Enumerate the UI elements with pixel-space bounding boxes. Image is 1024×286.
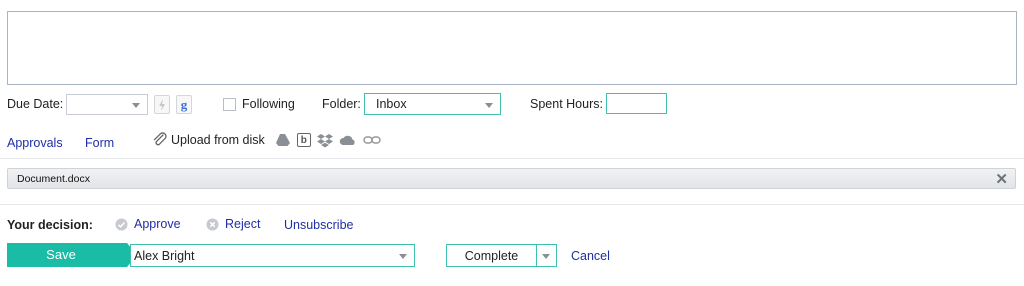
following-checkbox[interactable]: [223, 98, 236, 111]
assignee-value: Alex Bright: [134, 249, 195, 263]
decision-label: Your decision:: [7, 218, 93, 232]
spent-hours-label: Spent Hours:: [530, 97, 603, 111]
due-date-label: Due Date:: [7, 97, 64, 111]
divider: [0, 158, 1024, 159]
chevron-down-icon[interactable]: [542, 254, 550, 259]
tab-form[interactable]: Form: [85, 136, 114, 150]
dropbox-icon[interactable]: [316, 133, 333, 148]
google-icon: g: [180, 96, 188, 112]
folder-value: Inbox: [376, 97, 407, 111]
due-date-select[interactable]: [66, 94, 148, 115]
x-circle-icon: [206, 218, 219, 230]
folder-label: Folder:: [322, 97, 361, 111]
unsubscribe-link[interactable]: Unsubscribe: [284, 218, 353, 232]
following-label: Following: [242, 97, 295, 111]
reject-label: Reject: [225, 217, 261, 231]
complete-split-button[interactable]: Complete: [446, 244, 557, 267]
spent-hours-input[interactable]: [606, 93, 667, 114]
upload-from-disk-button[interactable]: Upload from disk: [152, 132, 265, 148]
save-label: Save: [46, 247, 76, 262]
cancel-link[interactable]: Cancel: [571, 249, 610, 263]
onedrive-icon[interactable]: [339, 134, 357, 146]
google-calendar-button[interactable]: g: [176, 95, 192, 114]
paperclip-icon: [153, 132, 167, 146]
close-icon[interactable]: ✕: [995, 170, 1008, 188]
chevron-down-icon: [132, 103, 140, 108]
split-divider: [536, 245, 537, 266]
divider: [0, 204, 1024, 205]
assignee-select[interactable]: Alex Bright: [130, 244, 415, 267]
link-icon[interactable]: [363, 135, 381, 145]
approve-button[interactable]: Approve: [115, 217, 181, 231]
attachment-name: Document.docx: [17, 173, 90, 185]
comment-textarea[interactable]: [7, 11, 1017, 85]
save-button[interactable]: Save: [7, 243, 137, 267]
reject-button[interactable]: Reject: [206, 217, 260, 231]
lightning-icon: [159, 98, 165, 111]
upload-bar: Upload from disk b: [152, 132, 381, 148]
upload-label: Upload from disk: [171, 133, 265, 147]
tab-approvals[interactable]: Approvals: [7, 136, 63, 150]
lightning-button[interactable]: [154, 95, 170, 114]
check-circle-icon: [115, 218, 128, 230]
attachment-item[interactable]: Document.docx ✕: [7, 168, 1016, 189]
chevron-down-icon: [399, 254, 407, 259]
approve-label: Approve: [134, 217, 181, 231]
folder-select[interactable]: Inbox: [364, 93, 501, 115]
complete-label: Complete: [464, 249, 519, 263]
google-drive-icon[interactable]: [275, 133, 291, 147]
box-icon[interactable]: b: [296, 133, 311, 147]
chevron-down-icon: [485, 103, 493, 108]
